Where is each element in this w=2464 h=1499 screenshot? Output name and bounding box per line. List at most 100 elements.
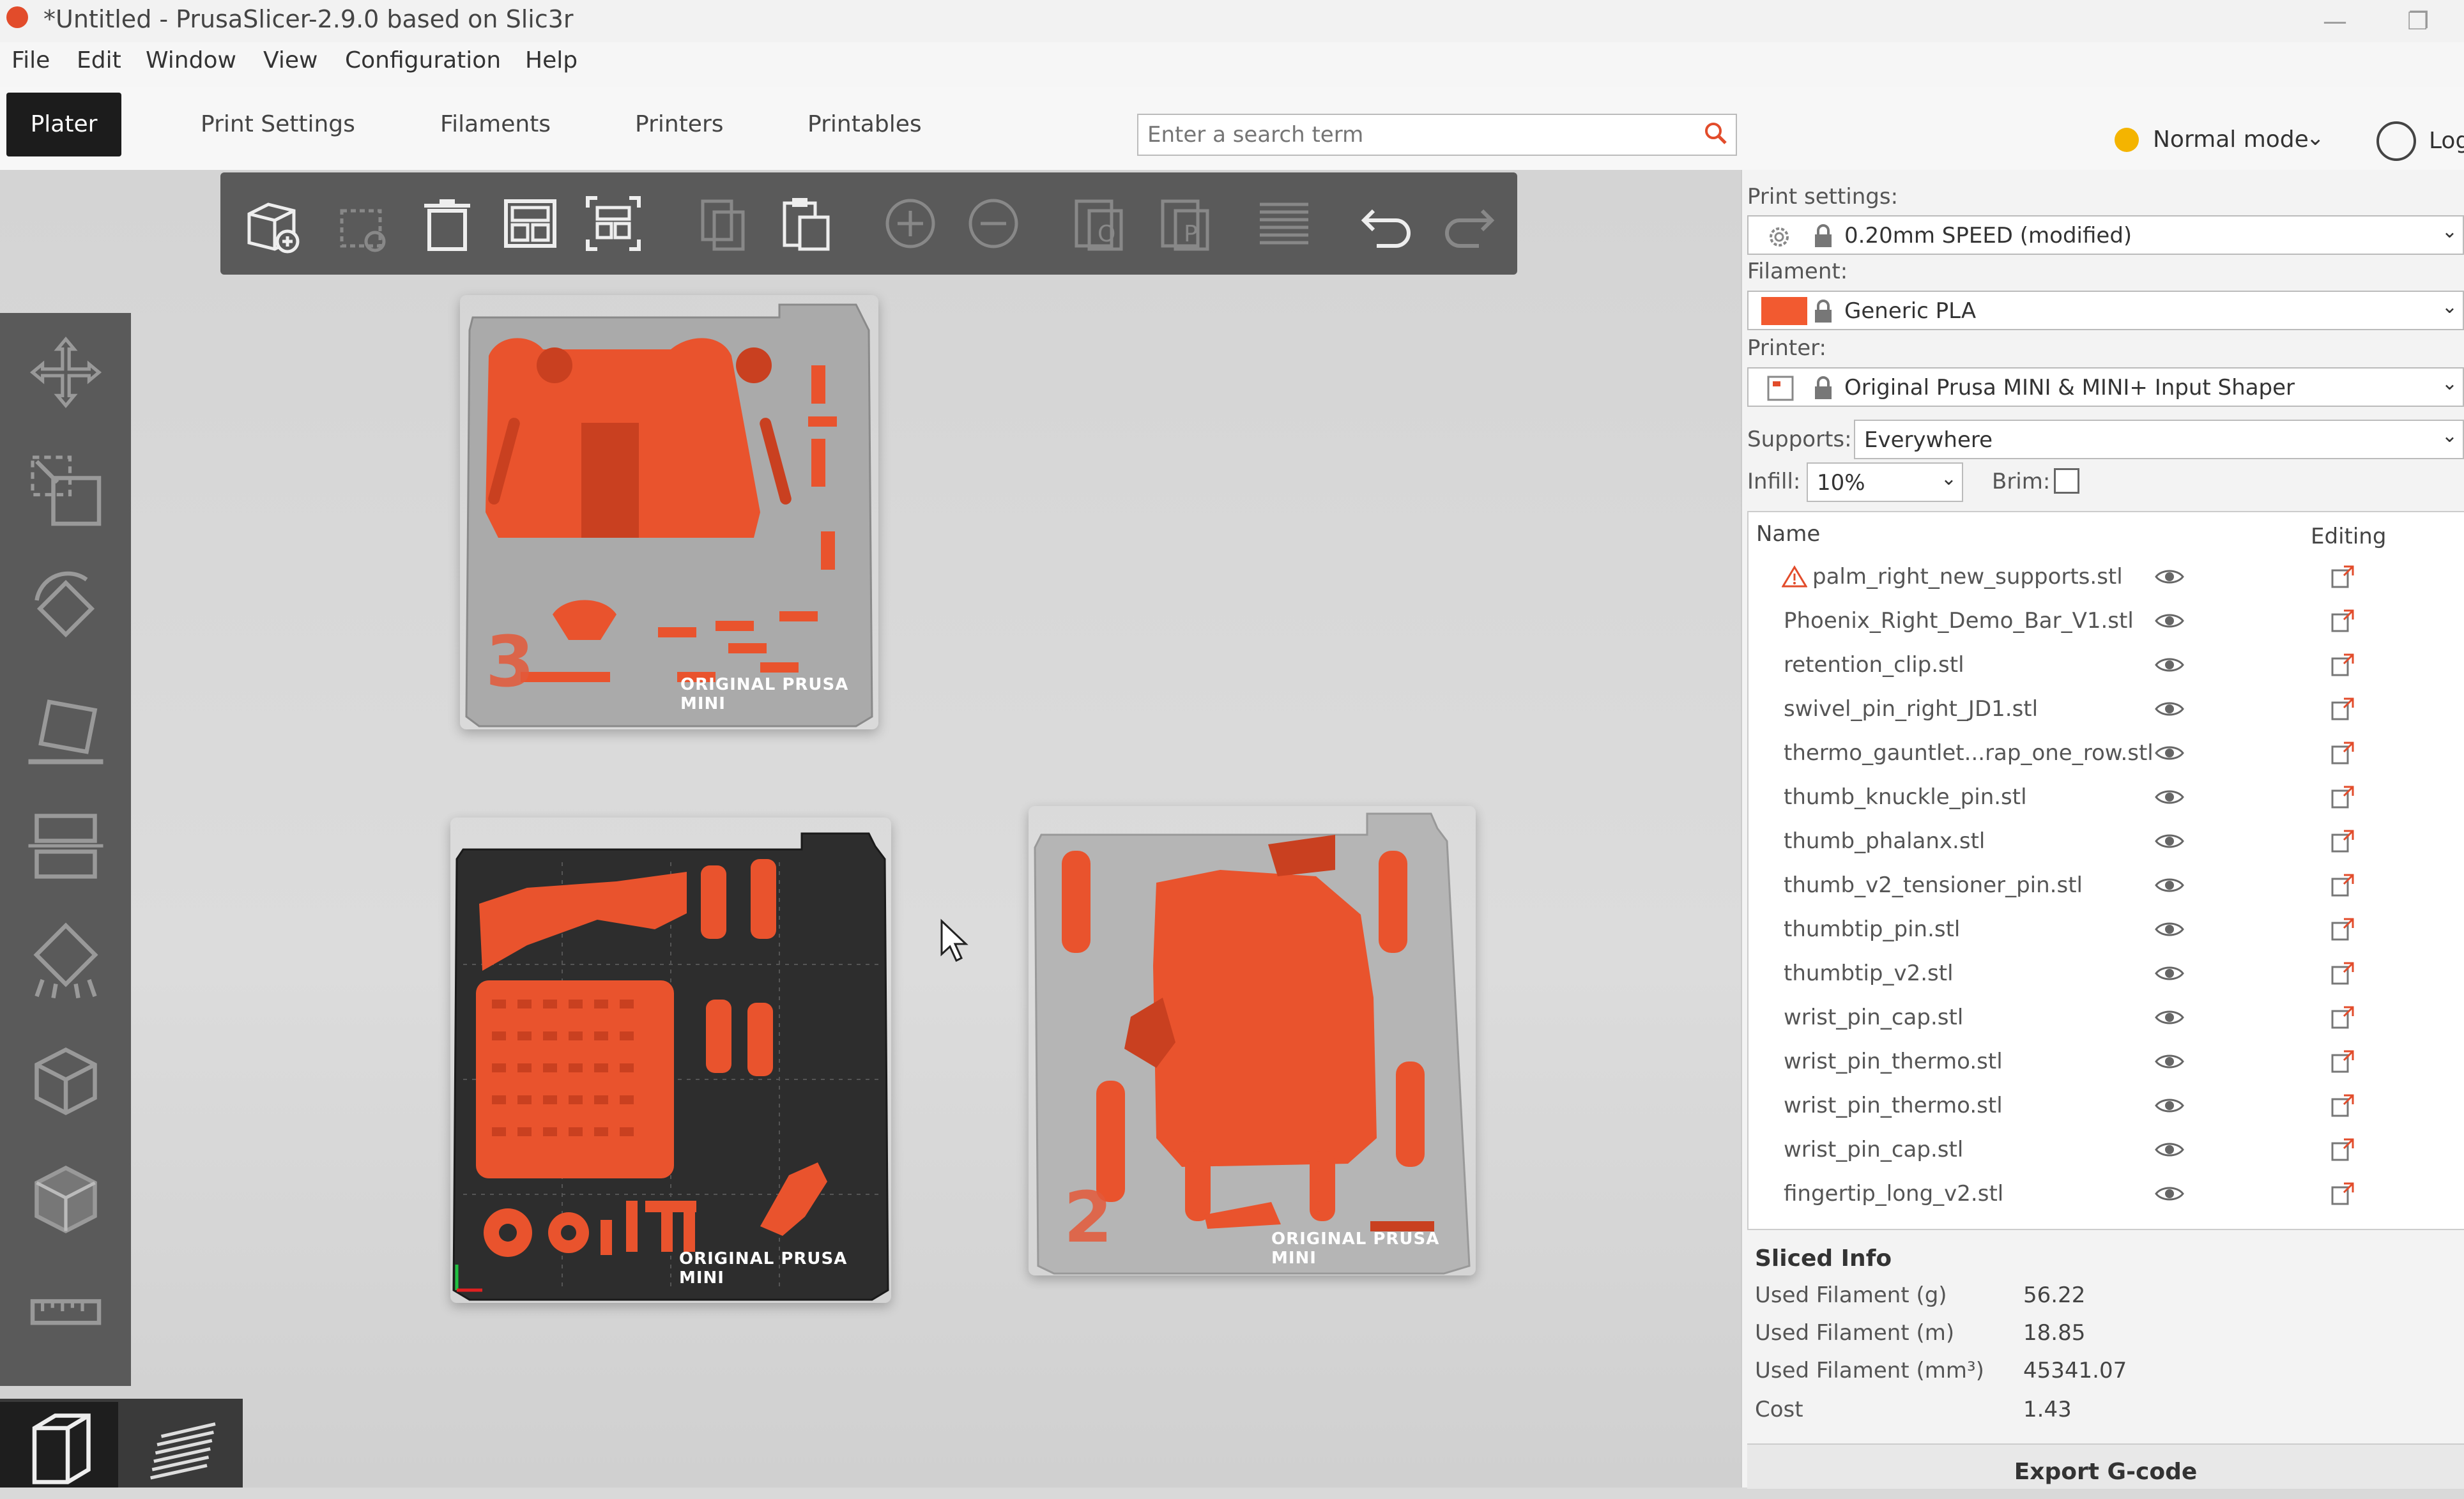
visibility-eye-icon[interactable] bbox=[2154, 1051, 2185, 1072]
login-label[interactable]: Log bbox=[2429, 128, 2464, 154]
search-input[interactable] bbox=[1146, 120, 1672, 149]
object-list-row[interactable]: thumbtip_v2.stl bbox=[1749, 952, 2464, 996]
object-list[interactable]: Name Editing palm_right_new_supports.stl… bbox=[1747, 511, 2464, 1230]
menu-file[interactable]: File bbox=[11, 47, 50, 73]
mode-indicator-icon[interactable] bbox=[2115, 128, 2139, 152]
preview-button[interactable] bbox=[125, 1402, 240, 1488]
object-list-row[interactable]: swivel_pin_right_JD1.stl bbox=[1749, 687, 2464, 731]
visibility-eye-icon[interactable] bbox=[2154, 1139, 2185, 1160]
object-list-row[interactable]: thumb_v2_tensioner_pin.stl bbox=[1749, 864, 2464, 908]
object-name[interactable]: retention_clip.stl bbox=[1784, 652, 1964, 678]
filament-combo[interactable]: Generic PLA ⌄ bbox=[1747, 291, 2464, 330]
editing-icon[interactable] bbox=[2330, 1005, 2355, 1030]
add-instance-icon[interactable] bbox=[875, 185, 945, 262]
editing-icon[interactable] bbox=[2330, 828, 2355, 854]
scale-icon[interactable] bbox=[16, 441, 115, 540]
editing-icon[interactable] bbox=[2330, 1049, 2355, 1074]
editing-icon[interactable] bbox=[2330, 696, 2355, 722]
object-name[interactable]: thumbtip_pin.stl bbox=[1784, 917, 1960, 942]
object-name[interactable]: wrist_pin_cap.stl bbox=[1784, 1137, 1963, 1162]
paste-icon[interactable] bbox=[770, 185, 840, 262]
brim-checkbox[interactable] bbox=[2054, 468, 2079, 494]
measure-icon[interactable] bbox=[16, 1261, 115, 1360]
visibility-eye-icon[interactable] bbox=[2154, 831, 2185, 851]
object-list-row[interactable]: wrist_pin_cap.stl bbox=[1749, 996, 2464, 1040]
split-to-objects-icon[interactable]: O bbox=[1064, 185, 1134, 262]
editing-icon[interactable] bbox=[2330, 784, 2355, 810]
visibility-eye-icon[interactable] bbox=[2154, 919, 2185, 940]
warning-icon[interactable] bbox=[1782, 565, 1807, 588]
remove-instance-icon[interactable] bbox=[958, 185, 1029, 262]
editing-icon[interactable] bbox=[2330, 740, 2355, 766]
object-list-row[interactable]: wrist_pin_thermo.stl bbox=[1749, 1084, 2464, 1128]
mode-selector[interactable]: Normal mode bbox=[2153, 126, 2309, 153]
menu-edit[interactable]: Edit bbox=[77, 47, 121, 73]
object-list-row[interactable]: Phoenix_Right_Demo_Bar_V1.stl bbox=[1749, 599, 2464, 643]
layers-editing-icon[interactable] bbox=[1249, 185, 1319, 262]
visibility-eye-icon[interactable] bbox=[2154, 1095, 2185, 1116]
cut-icon[interactable] bbox=[16, 795, 115, 894]
menu-view[interactable]: View bbox=[263, 47, 318, 73]
object-name[interactable]: thermo_gauntlet...rap_one_row.stl bbox=[1784, 740, 2154, 766]
object-list-row[interactable]: thumb_phalanx.stl bbox=[1749, 819, 2464, 864]
object-name[interactable]: fingertip_long_v2.stl bbox=[1784, 1181, 2003, 1206]
arrange-selection-icon[interactable] bbox=[578, 185, 648, 262]
menu-window[interactable]: Window bbox=[146, 47, 236, 73]
redo-icon[interactable] bbox=[1434, 185, 1504, 262]
object-list-row[interactable]: palm_right_new_supports.stl bbox=[1749, 555, 2464, 599]
filament-color-swatch[interactable] bbox=[1761, 297, 1807, 325]
editing-icon[interactable] bbox=[2330, 564, 2355, 590]
split-to-parts-icon[interactable]: P bbox=[1150, 185, 1220, 262]
add-icon[interactable] bbox=[236, 185, 307, 262]
search-icon[interactable] bbox=[1703, 120, 1728, 146]
seam-painting-icon[interactable] bbox=[16, 1031, 115, 1130]
tab-printables[interactable]: Printables bbox=[792, 93, 937, 156]
arrange-icon[interactable] bbox=[495, 185, 565, 262]
print-bed-active[interactable]: ORIGINAL PRUSA MINI bbox=[450, 818, 891, 1303]
tab-plater[interactable]: Plater bbox=[6, 93, 121, 156]
delete-all-icon[interactable] bbox=[412, 185, 482, 262]
visibility-eye-icon[interactable] bbox=[2154, 787, 2185, 807]
object-list-row[interactable]: wrist_pin_cap.stl bbox=[1749, 1128, 2464, 1172]
object-name[interactable]: palm_right_new_supports.stl bbox=[1812, 564, 2123, 590]
delete-icon[interactable] bbox=[326, 185, 396, 262]
editing-icon[interactable] bbox=[2330, 872, 2355, 898]
support-painting-icon[interactable] bbox=[16, 913, 115, 1012]
visibility-eye-icon[interactable] bbox=[2154, 875, 2185, 895]
object-list-row[interactable]: retention_clip.stl bbox=[1749, 643, 2464, 687]
print-settings-combo[interactable]: 0.20mm SPEED (modified) ⌄ bbox=[1747, 215, 2464, 255]
visibility-eye-icon[interactable] bbox=[2154, 743, 2185, 763]
object-list-row[interactable]: thumbtip_pin.stl bbox=[1749, 908, 2464, 952]
export-gcode-button[interactable]: Export G-code bbox=[1747, 1443, 2464, 1489]
column-header-editing[interactable]: Editing bbox=[2311, 524, 2386, 549]
printer-combo[interactable]: Original Prusa MINI & MINI+ Input Shaper… bbox=[1747, 367, 2464, 407]
object-name[interactable]: Phoenix_Right_Demo_Bar_V1.stl bbox=[1784, 608, 2134, 634]
column-header-name[interactable]: Name bbox=[1756, 521, 1820, 547]
visibility-eye-icon[interactable] bbox=[2154, 567, 2185, 587]
object-list-row[interactable]: wrist_pin_thermo.stl bbox=[1749, 1040, 2464, 1084]
supports-combo[interactable]: Everywhere ⌄ bbox=[1854, 420, 2464, 459]
tab-filaments[interactable]: Filaments bbox=[425, 93, 566, 156]
account-avatar-icon[interactable] bbox=[2376, 121, 2416, 161]
object-name[interactable]: wrist_pin_cap.stl bbox=[1784, 1005, 1963, 1030]
restore-button[interactable]: ❐ bbox=[2383, 0, 2453, 42]
object-list-row[interactable]: thermo_gauntlet...rap_one_row.stl bbox=[1749, 731, 2464, 775]
print-bed-3[interactable]: 2 ORIGINAL PRUSA MINI bbox=[1029, 806, 1476, 1275]
menu-help[interactable]: Help bbox=[525, 47, 578, 73]
tab-print-settings[interactable]: Print Settings bbox=[185, 93, 371, 156]
editing-icon[interactable] bbox=[2330, 608, 2355, 634]
rotate-icon[interactable] bbox=[16, 559, 115, 658]
visibility-eye-icon[interactable] bbox=[2154, 699, 2185, 719]
object-list-row[interactable]: thumb_knuckle_pin.stl bbox=[1749, 775, 2464, 819]
minimize-button[interactable]: — bbox=[2300, 0, 2370, 42]
editing-icon[interactable] bbox=[2330, 917, 2355, 942]
object-name[interactable]: wrist_pin_thermo.stl bbox=[1784, 1093, 2003, 1118]
infill-combo[interactable]: 10% ⌄ bbox=[1807, 462, 1963, 502]
visibility-eye-icon[interactable] bbox=[2154, 963, 2185, 984]
copy-icon[interactable] bbox=[687, 185, 757, 262]
3d-view-button[interactable] bbox=[0, 1402, 118, 1488]
move-icon[interactable] bbox=[16, 323, 115, 422]
visibility-eye-icon[interactable] bbox=[2154, 655, 2185, 675]
mmu-painting-icon[interactable] bbox=[16, 1150, 115, 1249]
object-name[interactable]: thumb_knuckle_pin.stl bbox=[1784, 784, 2027, 810]
